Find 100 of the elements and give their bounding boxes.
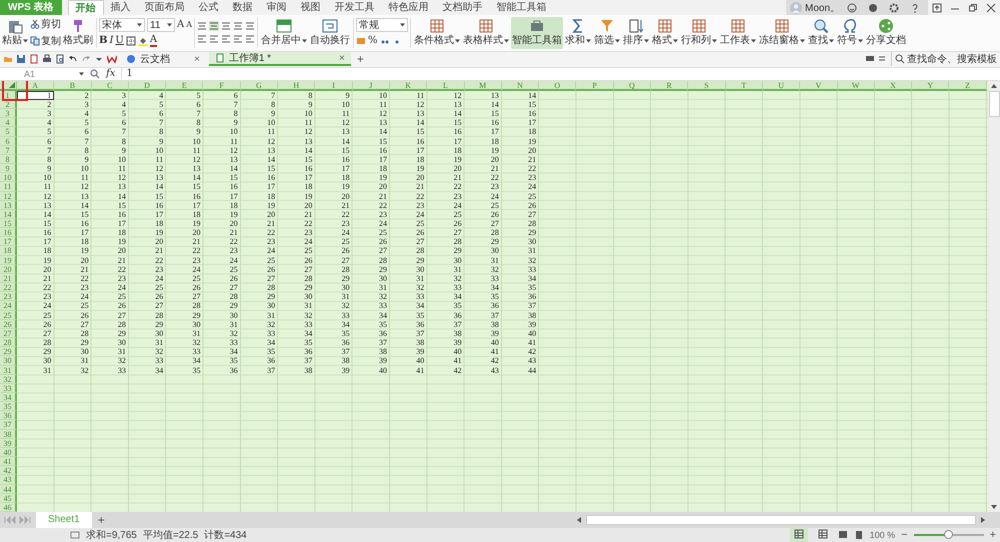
ribbon-button[interactable]: 排序 — [622, 16, 650, 49]
row-header[interactable]: 28 — [0, 338, 17, 348]
scroll-thumb[interactable] — [988, 90, 1000, 117]
close-icon[interactable] — [986, 2, 996, 12]
zoom-out-button[interactable]: − — [901, 529, 908, 541]
menu-tab[interactable]: 智能工具箱 — [490, 0, 554, 15]
row-header[interactable]: 5 — [0, 127, 17, 137]
row-header[interactable]: 16 — [0, 228, 17, 238]
ribbon-button[interactable]: 条件格式 — [413, 16, 462, 49]
menu-tab[interactable]: 页面布局 — [138, 0, 192, 15]
new-tab-button[interactable]: + — [354, 53, 367, 66]
ribbon-button[interactable]: 智能工具箱 — [511, 16, 564, 49]
bold-button[interactable]: B — [99, 35, 108, 48]
ribbon-button[interactable]: 行和列 — [680, 16, 718, 49]
column-header[interactable]: E — [166, 80, 204, 91]
menu-tab[interactable]: 开发工具 — [328, 0, 382, 15]
function-button[interactable]: fx — [106, 68, 116, 80]
column-header[interactable]: H — [278, 80, 316, 91]
column-header[interactable]: O — [539, 80, 576, 91]
align-icon[interactable] — [233, 21, 244, 32]
font-size-field[interactable]: 11 — [147, 18, 175, 32]
cut-button[interactable]: 剪切 — [30, 17, 61, 32]
align-icon[interactable] — [197, 21, 208, 32]
column-header[interactable]: Y — [912, 80, 950, 91]
row-header[interactable]: 10 — [0, 173, 17, 182]
row-header[interactable]: 23 — [0, 292, 17, 302]
gear-icon[interactable] — [889, 2, 899, 12]
row-header[interactable]: 43 — [0, 475, 17, 485]
maximize-icon[interactable] — [968, 2, 978, 12]
close-tab-button[interactable]: × — [319, 52, 345, 64]
align-icon[interactable] — [221, 34, 232, 44]
increase-font-button[interactable]: A — [177, 19, 184, 32]
row-header[interactable]: 15 — [0, 219, 17, 228]
align-icon[interactable] — [209, 21, 220, 32]
document-icon[interactable] — [29, 54, 39, 64]
paste-button[interactable]: 粘贴 — [1, 16, 29, 49]
search-icon[interactable] — [895, 54, 905, 64]
align-icon[interactable] — [245, 34, 256, 44]
menu-tab[interactable]: 插入 — [104, 0, 138, 15]
column-header[interactable]: B — [54, 80, 92, 91]
ribbon-button[interactable]: 求和 — [564, 16, 592, 49]
font-name-field[interactable]: 宋体 — [99, 18, 145, 32]
name-box[interactable]: A1 — [0, 68, 84, 79]
align-icon[interactable] — [197, 34, 208, 44]
formula-input[interactable]: 1 — [121, 68, 1000, 80]
scroll-right-icon[interactable] — [980, 516, 986, 524]
circle-icon[interactable] — [868, 2, 878, 12]
ribbon-button[interactable]: 格式 — [651, 16, 680, 49]
menu-tab[interactable]: 公式 — [192, 0, 226, 15]
number-format-field[interactable]: 常规 — [356, 18, 408, 32]
zoom-icon[interactable] — [90, 68, 100, 79]
scroll-left-icon[interactable] — [576, 516, 582, 524]
column-header[interactable]: S — [688, 80, 726, 91]
column-header[interactable]: F — [203, 80, 241, 91]
menu-tab[interactable]: 特色应用 — [382, 0, 436, 15]
ribbon-button[interactable]: 查找 — [807, 16, 836, 49]
sheet-tab[interactable]: Sheet1 — [36, 512, 92, 528]
align-icon[interactable] — [245, 21, 256, 32]
menu-tab[interactable]: 审阅 — [260, 0, 294, 15]
column-header[interactable]: V — [800, 80, 838, 91]
command-search-field[interactable]: 查找命令、搜索模板 — [907, 52, 997, 66]
row-header[interactable]: 17 — [0, 237, 17, 246]
column-header[interactable]: Z — [949, 80, 987, 91]
zoom-in-button[interactable]: + — [990, 529, 996, 541]
reading-mode-icon[interactable] — [854, 530, 864, 540]
italic-button[interactable]: I — [109, 35, 114, 48]
vertical-scrollbar[interactable] — [988, 80, 1000, 512]
menu-tab[interactable]: 开始 — [68, 0, 104, 15]
format-painter-button[interactable]: 格式刷 — [62, 16, 94, 49]
help-icon[interactable] — [910, 2, 920, 12]
restore-up-icon[interactable] — [932, 2, 942, 12]
page-layout-icon[interactable] — [838, 530, 848, 540]
print-icon[interactable] — [42, 54, 52, 64]
row-header[interactable]: 41 — [0, 457, 17, 466]
view-mode-button[interactable] — [790, 526, 808, 542]
column-header[interactable]: R — [651, 80, 688, 91]
scroll-thumb[interactable] — [586, 515, 976, 525]
ribbon-button[interactable]: 分享文档 — [865, 16, 908, 49]
row-header[interactable]: 36 — [0, 411, 17, 420]
row-header[interactable]: 30 — [0, 356, 17, 366]
horizontal-scrollbar[interactable] — [576, 514, 986, 526]
column-header[interactable]: I — [315, 80, 353, 91]
document-tab[interactable]: 云文档 × — [120, 52, 206, 66]
wrap-text-button[interactable]: 自动换行 — [309, 16, 352, 49]
row-header[interactable]: 42 — [0, 466, 17, 476]
ribbon-button[interactable]: 冻结窗格 — [758, 16, 806, 49]
row-header[interactable]: 29 — [0, 347, 17, 356]
align-icon[interactable] — [221, 21, 232, 32]
copy-button[interactable]: 复制 — [30, 34, 61, 48]
borders-icon[interactable] — [126, 36, 136, 46]
row-header[interactable]: 18 — [0, 246, 17, 256]
align-icon[interactable] — [233, 34, 244, 44]
add-sheet-button[interactable]: + — [94, 514, 108, 526]
menu-tab[interactable]: 数据 — [226, 0, 260, 15]
merge-center-button[interactable]: 合并居中 — [260, 16, 308, 49]
ribbon-button[interactable]: 工作表 — [719, 16, 758, 49]
app-menu-button[interactable]: WPS 表格 — [0, 0, 62, 15]
preview-icon[interactable] — [55, 54, 65, 64]
underline-button[interactable]: U — [115, 35, 124, 48]
row-header[interactable]: 22 — [0, 283, 17, 292]
